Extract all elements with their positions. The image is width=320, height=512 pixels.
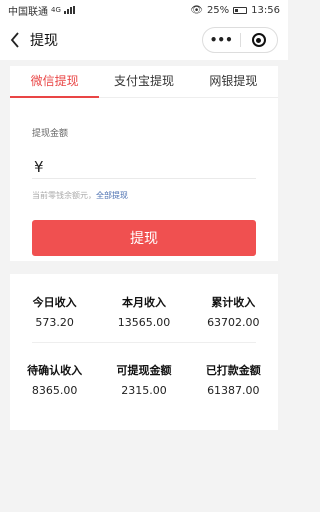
amount-input[interactable] xyxy=(32,178,256,179)
stat-total-income: 累计收入 63702.00 xyxy=(189,294,278,329)
close-mini-program-button[interactable] xyxy=(241,28,278,52)
nav-bar: 提现 ••• xyxy=(0,20,288,60)
status-bar: 中国联通 4G 👁 25% 13:56 xyxy=(0,0,288,20)
stat-label: 今日收入 xyxy=(32,296,77,309)
stat-label: 累计收入 xyxy=(211,296,256,309)
tab-wechat[interactable]: 微信提现 xyxy=(10,66,100,98)
chevron-left-icon xyxy=(10,32,19,48)
stat-pending-income: 待确认收入 8365.00 xyxy=(10,362,99,397)
more-icon: ••• xyxy=(209,33,233,47)
balance-hint-text: 当前零钱余额元， xyxy=(32,191,96,200)
stat-label: 可提现金额 xyxy=(116,364,172,377)
target-icon xyxy=(251,33,266,47)
back-button[interactable] xyxy=(0,20,30,60)
battery-icon xyxy=(233,6,248,14)
network-label: 4G xyxy=(51,6,61,14)
clock: 13:56 xyxy=(251,4,280,16)
stat-month-income: 本月收入 13565.00 xyxy=(99,294,188,329)
tab-alipay[interactable]: 支付宝提现 xyxy=(99,66,188,97)
status-left: 中国联通 4G xyxy=(8,3,75,18)
stat-paid-out: 已打款金额 61387.00 xyxy=(189,362,278,397)
mini-program-capsule: ••• xyxy=(202,27,278,53)
stat-label: 本月收入 xyxy=(121,296,166,309)
stat-label: 待确认收入 xyxy=(27,364,83,377)
stat-value: 13565.00 xyxy=(117,316,171,329)
income-stats-card: 今日收入 573.20 本月收入 13565.00 累计收入 63702.00 … xyxy=(10,274,278,430)
withdraw-card: 微信提现 支付宝提现 网银提现 提现金额 ¥ 当前零钱余额元，全部提现 提现 xyxy=(10,66,278,261)
stats-divider xyxy=(32,342,256,343)
stats-row-2: 待确认收入 8365.00 可提现金额 2315.00 已打款金额 61387.… xyxy=(10,362,278,397)
tab-bar: 微信提现 支付宝提现 网银提现 xyxy=(10,66,278,98)
stat-withdrawable: 可提现金额 2315.00 xyxy=(99,362,188,397)
stat-label: 已打款金额 xyxy=(205,364,261,377)
carrier-label: 中国联通 xyxy=(8,6,48,18)
stat-value: 61387.00 xyxy=(207,384,260,397)
more-button[interactable]: ••• xyxy=(203,28,240,52)
eye-icon: 👁 xyxy=(190,4,203,16)
amount-label: 提现金额 xyxy=(32,129,69,139)
stats-row-1: 今日收入 573.20 本月收入 13565.00 累计收入 63702.00 xyxy=(10,294,278,329)
status-right: 👁 25% 13:56 xyxy=(190,5,280,16)
tab-bank[interactable]: 网银提现 xyxy=(189,66,278,97)
currency-symbol: ¥ xyxy=(34,158,44,176)
balance-hint: 当前零钱余额元，全部提现 xyxy=(32,190,128,201)
stat-value: 573.20 xyxy=(35,316,74,329)
withdraw-all-link[interactable]: 全部提现 xyxy=(96,191,128,200)
page-title: 提现 xyxy=(30,33,58,49)
battery-percent: 25% xyxy=(206,4,230,16)
stat-value: 63702.00 xyxy=(207,316,260,329)
withdraw-button[interactable]: 提现 xyxy=(32,220,256,256)
stat-today-income: 今日收入 573.20 xyxy=(10,294,99,329)
signal-icon xyxy=(63,6,75,14)
stat-value: 8365.00 xyxy=(31,384,78,397)
stat-value: 2315.00 xyxy=(121,384,167,397)
